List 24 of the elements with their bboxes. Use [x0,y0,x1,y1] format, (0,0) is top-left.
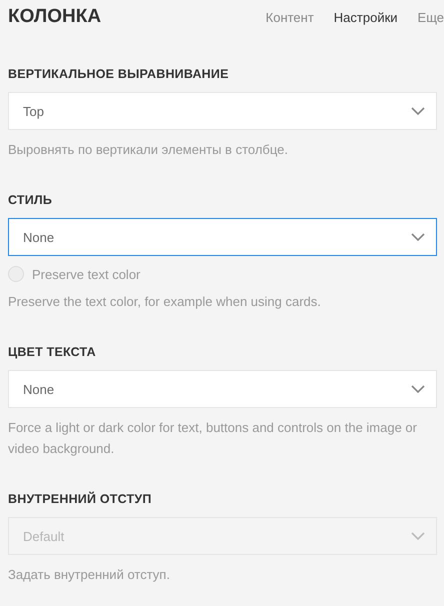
chevron-down-icon [411,107,425,115]
select-dropdown[interactable]: None [8,218,437,256]
chevron-down-icon [411,233,425,241]
select-value: Top [23,104,44,118]
help-text: Force a light or dark color for text, buttons and controls on the image or video background. [8,419,418,458]
select-value: None [23,230,54,244]
tab[interactable]: Контент [266,10,314,24]
tab[interactable]: Еще [418,10,444,24]
help-text: Выровнять по вертикали элементы в столбце. [8,141,289,159]
select-value: Default [23,528,64,544]
select-dropdown[interactable]: None [8,370,437,408]
tab[interactable]: Настройки [334,10,398,24]
field-label: ВЕРТИКАЛЬНОЕ ВЫРАВНИВАНИЕ [8,67,230,81]
help-text: Preserve the text color, for example when using cards. [8,293,322,311]
select-dropdown[interactable]: Top [8,92,437,130]
chevron-down-icon [411,532,425,540]
help-text: Задать внутренний отступ. [8,566,171,584]
checkbox-label: Preserve text color [32,266,140,282]
field-label: ВНУТРЕННИЙ ОТСТУП [8,492,153,506]
chevron-down-icon [411,385,425,393]
field-label: СТИЛЬ [8,193,54,207]
field-label: ЦВЕТ ТЕКСТА [8,345,97,359]
select-value: None [23,382,54,396]
panel-title: КОЛОНКА [8,6,102,28]
